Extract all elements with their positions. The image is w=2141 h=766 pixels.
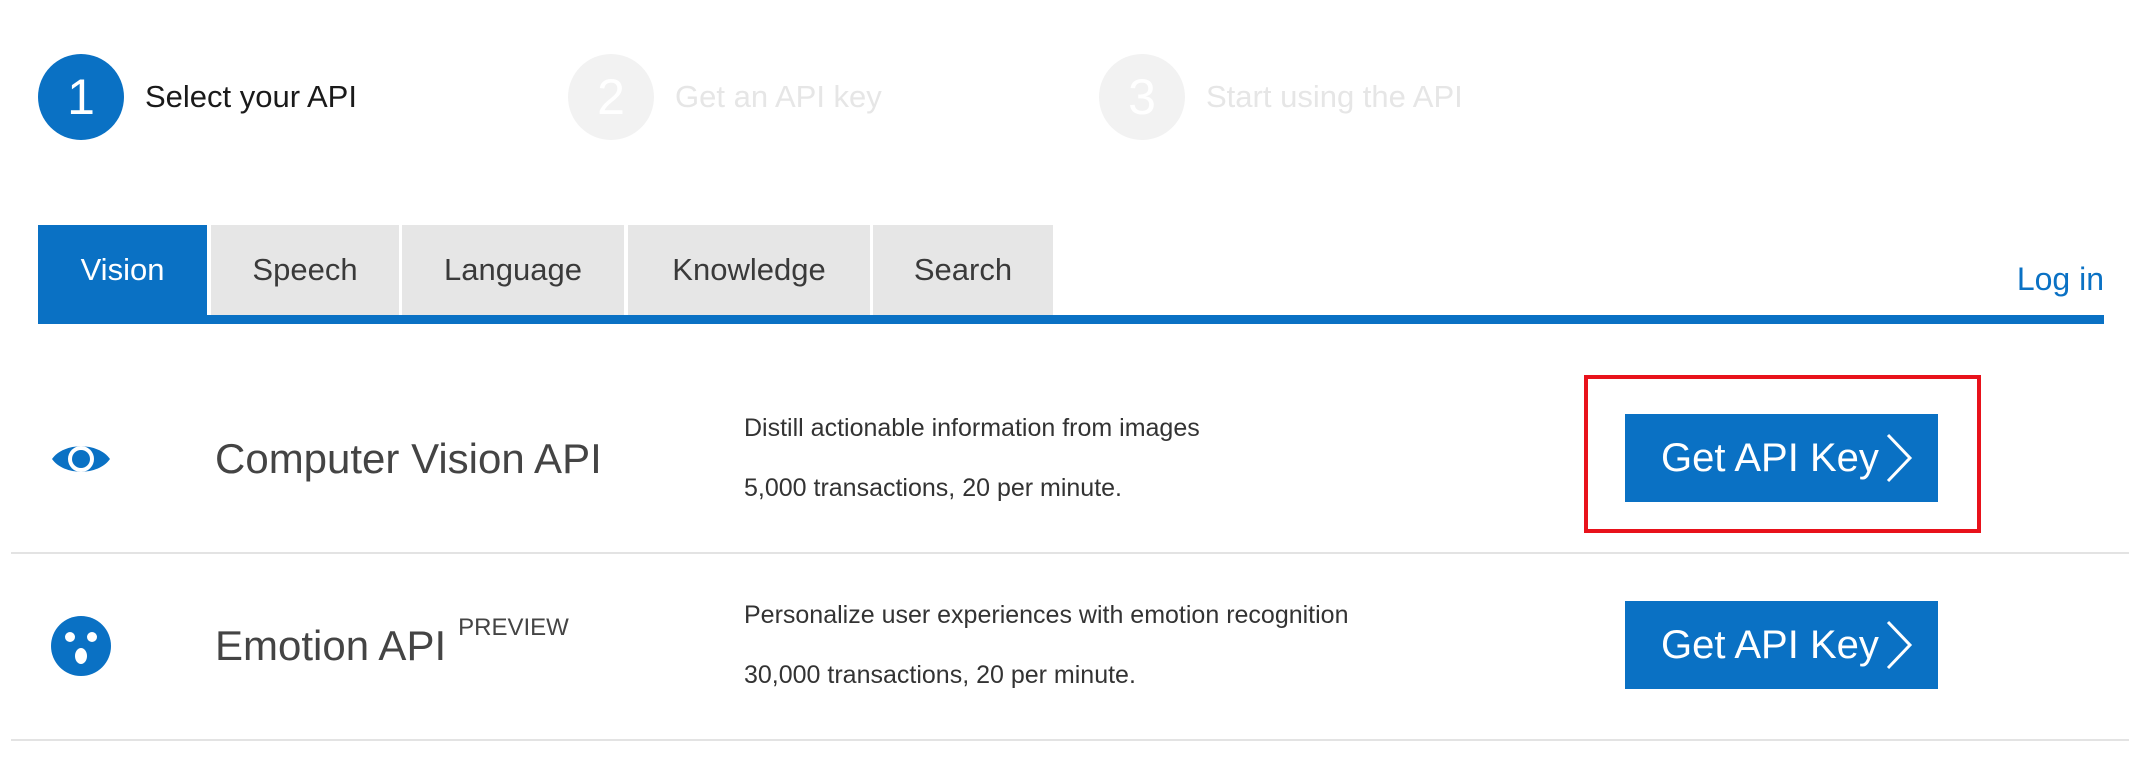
api-quota: 5,000 transactions, 20 per minute. <box>744 474 1123 502</box>
chevron-right-icon <box>1886 620 1913 670</box>
tab-bar-underline <box>38 315 2104 324</box>
api-name-text: Emotion API <box>215 621 447 669</box>
get-api-key-button[interactable]: Get API Key <box>1625 601 1938 689</box>
api-row-emotion: Emotion API PREVIEW Personalize user exp… <box>11 552 2129 741</box>
tab-language[interactable]: Language <box>402 225 624 315</box>
step-label: Start using the API <box>1206 79 1463 114</box>
api-name: Emotion API PREVIEW <box>215 552 569 739</box>
step-select-api: 1 Select your API <box>38 54 357 140</box>
tab-knowledge[interactable]: Knowledge <box>628 225 870 315</box>
api-description: Personalize user experiences with emotio… <box>744 601 1349 629</box>
login-link[interactable]: Log in <box>2017 261 2104 298</box>
step-start-using-api: 3 Start using the API <box>1099 54 1463 140</box>
tab-search[interactable]: Search <box>873 225 1053 315</box>
api-row-computer-vision: Computer Vision API Distill actionable i… <box>11 365 2129 554</box>
step-label: Select your API <box>145 79 357 114</box>
api-description: Distill actionable information from imag… <box>744 414 1200 442</box>
button-label: Get API Key <box>1661 622 1879 667</box>
surprised-face-icon <box>50 615 112 677</box>
step-get-api-key: 2 Get an API key <box>568 54 882 140</box>
category-tab-bar: Vision Speech Language Knowledge Search … <box>38 225 2104 324</box>
button-label: Get API Key <box>1661 435 1879 480</box>
eye-icon <box>50 428 112 490</box>
step-number-badge: 3 <box>1099 54 1185 140</box>
tab-speech[interactable]: Speech <box>211 225 399 315</box>
api-name-text: Computer Vision API <box>215 434 602 482</box>
preview-badge: PREVIEW <box>458 613 569 641</box>
get-api-key-button[interactable]: Get API Key <box>1625 414 1938 502</box>
api-quota: 30,000 transactions, 20 per minute. <box>744 661 1136 689</box>
wizard-steps: 1 Select your API 2 Get an API key 3 Sta… <box>38 54 1638 140</box>
api-name: Computer Vision API <box>215 365 602 552</box>
tab-vision[interactable]: Vision <box>38 225 207 315</box>
chevron-right-icon <box>1886 433 1913 483</box>
step-number-badge: 1 <box>38 54 124 140</box>
step-number-badge: 2 <box>568 54 654 140</box>
step-label: Get an API key <box>675 79 882 114</box>
